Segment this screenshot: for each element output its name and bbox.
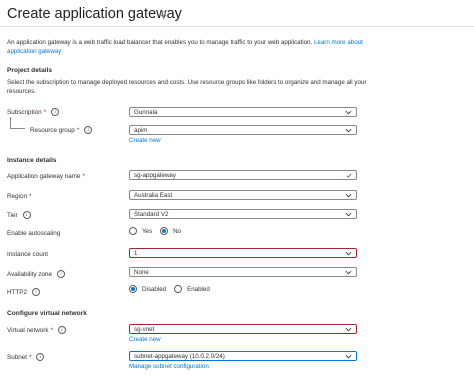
tier-label: Tier i xyxy=(7,211,31,219)
info-icon[interactable]: i xyxy=(31,288,40,296)
subnet-value: subnet-appgateway (10.0.2.0/24) xyxy=(134,352,225,360)
resource-group-value: apim xyxy=(134,126,148,134)
subscription-dropdown[interactable]: Gunnala xyxy=(129,107,357,117)
availability-zone-label: Availability zone i xyxy=(7,270,66,278)
subscription-value: Gunnala xyxy=(134,108,158,116)
info-icon[interactable]: i xyxy=(36,353,45,361)
resource-group-label: Resource group * i xyxy=(30,126,93,134)
tree-connector xyxy=(10,117,25,129)
required-marker: * xyxy=(28,353,32,361)
tier-label-text: Tier xyxy=(7,211,18,219)
resource-group-dropdown[interactable]: apim xyxy=(129,125,357,135)
info-icon[interactable]: i xyxy=(58,326,66,334)
checkmark-icon xyxy=(346,173,352,178)
page-title: Create application gateway xyxy=(7,6,182,22)
autoscaling-yes-radio[interactable] xyxy=(129,227,137,235)
subscription-label-text: Subscription xyxy=(7,108,42,116)
chevron-down-icon xyxy=(345,354,352,359)
header-divider xyxy=(0,26,474,27)
autoscaling-no-radio[interactable] xyxy=(160,227,169,235)
region-label: Region * xyxy=(7,193,31,200)
gateway-name-label: Application gateway name * xyxy=(7,173,85,180)
region-label-text: Region xyxy=(7,193,27,200)
required-marker: * xyxy=(43,108,47,116)
availability-zone-dropdown[interactable]: None xyxy=(129,267,357,277)
gateway-name-label-text: Application gateway name xyxy=(7,173,81,180)
info-icon[interactable]: i xyxy=(51,108,60,116)
gateway-name-value: sg-appgateway xyxy=(134,171,176,179)
http2-disabled-radio[interactable] xyxy=(129,285,137,293)
page-description: An application gateway is a web traffic … xyxy=(7,39,377,56)
instance-count-value: 1 xyxy=(134,249,138,257)
project-details-description: Select the subscription to manage deploy… xyxy=(7,79,367,95)
gateway-name-input[interactable]: sg-appgateway xyxy=(129,170,357,180)
instance-count-input[interactable]: 1 xyxy=(129,248,357,258)
info-icon[interactable]: i xyxy=(22,211,31,219)
required-marker: * xyxy=(76,126,80,134)
manage-subnet-link[interactable]: Manage subnet configuration xyxy=(129,363,209,370)
autoscaling-yes-label: Yes xyxy=(142,227,153,235)
availability-zone-value: None xyxy=(134,268,149,276)
region-dropdown[interactable]: Australia East xyxy=(129,190,357,200)
virtual-network-value: sg-vnet xyxy=(134,325,155,333)
region-value: Australia East xyxy=(134,191,173,199)
http2-enabled-label: Enabled xyxy=(187,285,210,293)
create-new-vnet-link[interactable]: Create new xyxy=(129,336,161,343)
virtual-network-dropdown[interactable]: sg-vnet xyxy=(129,324,357,334)
autoscaling-radio-group: Yes No xyxy=(129,227,181,235)
http2-disabled-label: Disabled xyxy=(142,285,167,293)
availability-zone-label-text: Availability zone xyxy=(7,270,53,278)
tier-dropdown[interactable]: Standard V2 xyxy=(129,209,357,219)
http2-label-text: HTTP2 xyxy=(7,288,27,296)
info-icon[interactable]: i xyxy=(57,270,66,278)
subscription-label: Subscription * i xyxy=(7,108,60,116)
project-details-heading: Project details xyxy=(7,67,53,74)
info-icon[interactable]: i xyxy=(84,126,93,134)
create-new-resource-group-link[interactable]: Create new xyxy=(129,137,161,144)
virtual-network-heading: Configure virtual network xyxy=(7,310,87,317)
subnet-label-text: Subnet xyxy=(7,353,27,361)
autoscaling-label: Enable autoscaling xyxy=(7,230,61,237)
chevron-down-icon xyxy=(345,251,352,256)
subnet-dropdown[interactable]: subnet-appgateway (10.0.2.0/24) xyxy=(129,351,357,361)
virtual-network-label: Virtual network * i xyxy=(7,326,66,334)
http2-radio-group: Disabled Enabled xyxy=(129,285,210,293)
subnet-label: Subnet * i xyxy=(7,353,45,361)
instance-count-label: Instance count xyxy=(7,251,48,258)
http2-label: HTTP2 i xyxy=(7,288,40,296)
description-text: An application gateway is a web traffic … xyxy=(7,39,313,46)
autoscaling-no-label: No xyxy=(173,227,182,235)
chevron-down-icon xyxy=(345,110,352,115)
required-marker: * xyxy=(50,326,53,334)
chevron-down-icon xyxy=(345,193,352,198)
http2-enabled-radio[interactable] xyxy=(174,285,183,293)
required-marker: * xyxy=(82,173,85,180)
chevron-down-icon xyxy=(345,212,352,217)
chevron-down-icon xyxy=(345,270,352,275)
chevron-down-icon xyxy=(345,327,352,332)
virtual-network-label-text: Virtual network xyxy=(7,326,49,334)
chevron-down-icon xyxy=(345,128,352,133)
pin-icon[interactable] xyxy=(159,11,168,20)
resource-group-label-text: Resource group xyxy=(30,126,75,134)
tier-value: Standard V2 xyxy=(134,210,169,218)
required-marker: * xyxy=(28,193,32,200)
instance-details-heading: Instance details xyxy=(7,157,57,164)
